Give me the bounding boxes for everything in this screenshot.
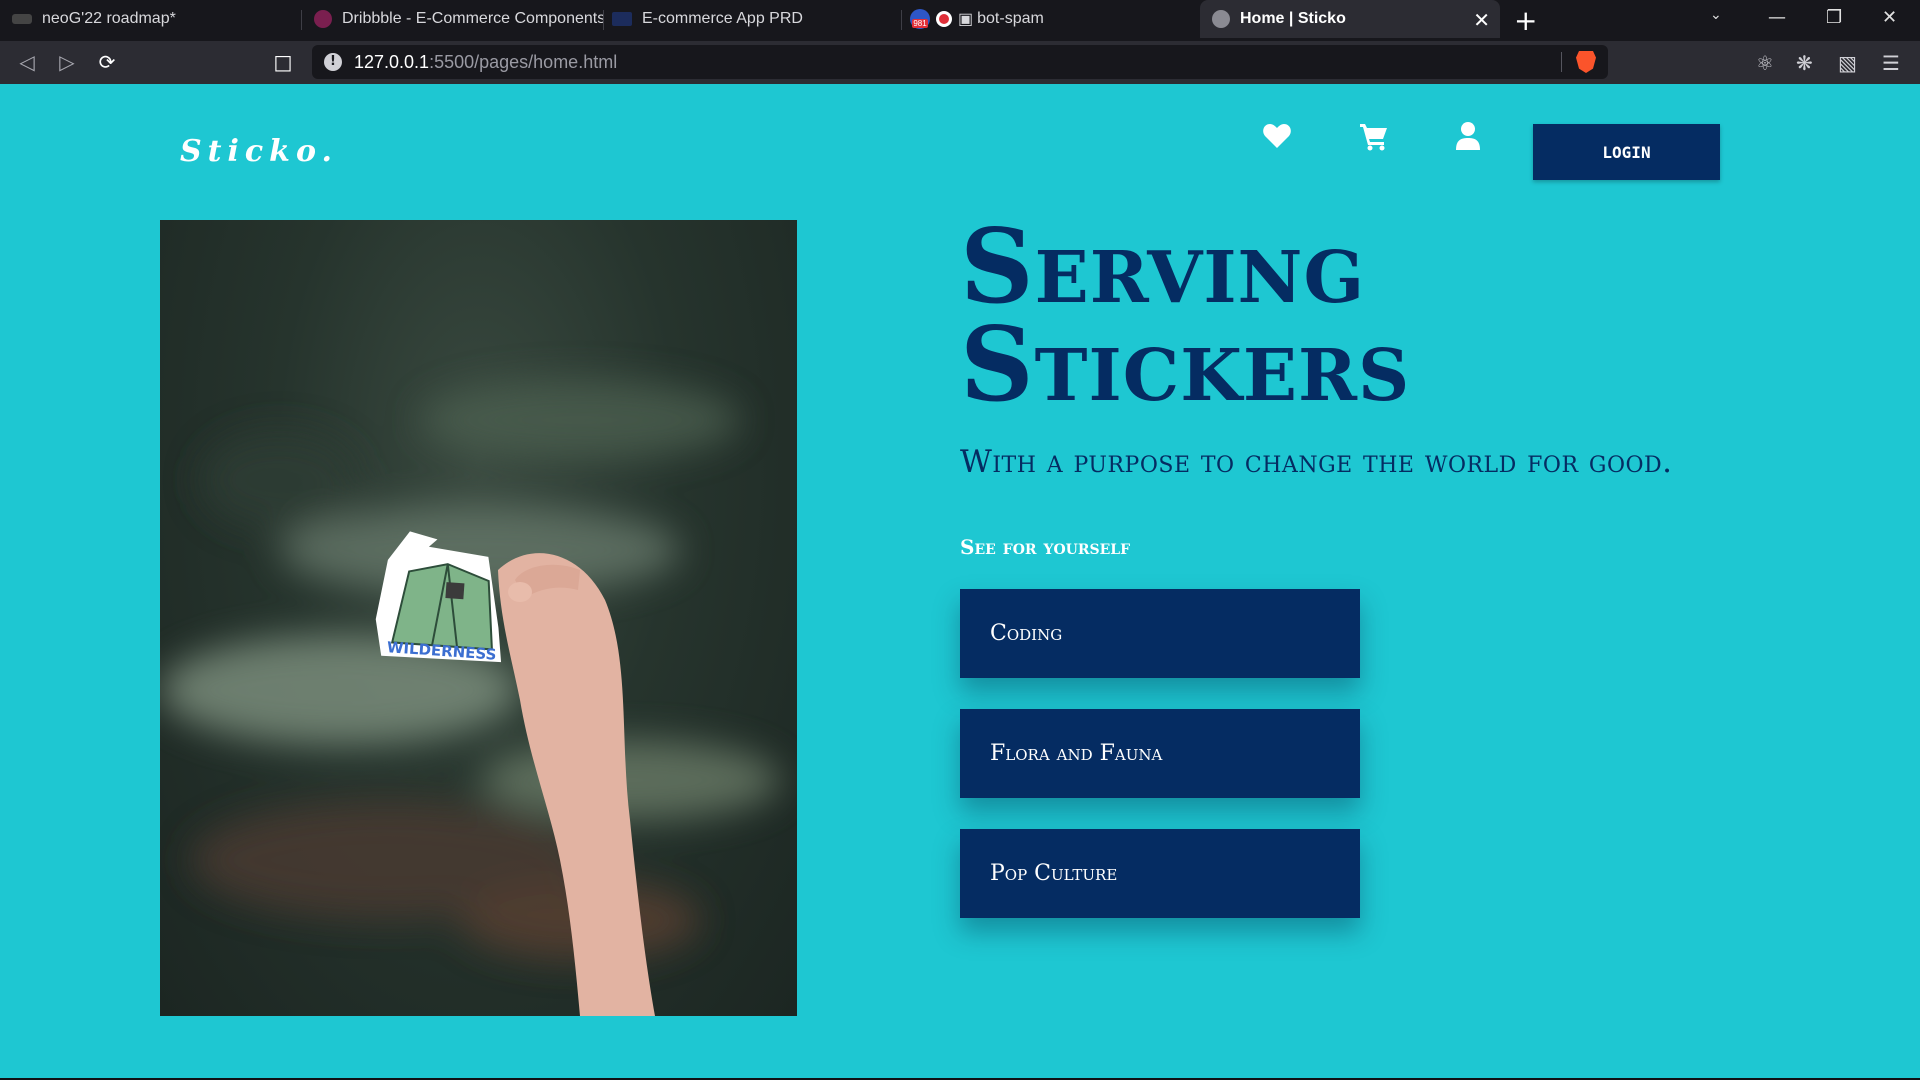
- hero-photo-illustration: WILDERNESS: [160, 380, 780, 1016]
- react-devtools-icon[interactable]: ⚛: [1756, 51, 1774, 75]
- neog-icon: [612, 12, 632, 26]
- tab-neog-roadmap[interactable]: neoG'22 roadmap*: [12, 0, 302, 38]
- discord-badge-icon: 981: [910, 9, 930, 29]
- tab-list-chevron-icon[interactable]: ⌄: [1710, 7, 1722, 23]
- address-divider: [1561, 52, 1562, 72]
- robot-icon: ▣: [958, 11, 974, 28]
- tab-title: bot-spam: [977, 10, 1044, 27]
- restore-button[interactable]: ❐: [1826, 7, 1842, 28]
- login-button[interactable]: LOGIN: [1533, 124, 1720, 180]
- site-info-icon[interactable]: !: [324, 53, 342, 71]
- menu-icon[interactable]: ☰: [1882, 51, 1900, 75]
- category-button-pop-culture[interactable]: Pop Culture: [960, 829, 1360, 918]
- globe-icon: [1212, 10, 1230, 28]
- hero-subtitle: With a purpose to change the world for g…: [960, 444, 1673, 480]
- tab-dribbble[interactable]: Dribbble - E-Commerce Components: [314, 0, 604, 38]
- browser-tab-bar: neoG'22 roadmap* Dribbble - E-Commerce C…: [0, 0, 1920, 41]
- tab-bot-spam[interactable]: 981 ▣ bot-spam: [910, 0, 1200, 38]
- tab-separator: [901, 10, 902, 30]
- hero-title-line-2: Stickers: [960, 305, 1411, 425]
- extensions-icon[interactable]: ❋: [1796, 51, 1813, 75]
- hero-title-line-1: Serving: [960, 207, 1366, 327]
- page-content: Sticko. LOGIN WILDERNESS Serving Sticker…: [0, 84, 1920, 1080]
- tab-home-sticko[interactable]: Home | Sticko ✕: [1200, 0, 1500, 38]
- tab-title: Dribbble - E-Commerce Components: [342, 10, 604, 27]
- see-for-yourself-label: See for yourself: [960, 535, 1131, 559]
- reload-button[interactable]: ⟳: [92, 47, 122, 77]
- back-button[interactable]: ◁: [12, 47, 42, 77]
- category-button-coding[interactable]: Coding: [960, 589, 1360, 678]
- recording-icon: [936, 11, 952, 27]
- wallet-icon[interactable]: ▧: [1838, 51, 1857, 75]
- close-window-button[interactable]: ✕: [1882, 7, 1897, 28]
- minimize-button[interactable]: —: [1768, 7, 1786, 28]
- user-icon[interactable]: [1452, 120, 1484, 152]
- close-tab-icon[interactable]: ✕: [1473, 8, 1490, 33]
- hero-title: Serving Stickers: [960, 207, 1411, 425]
- tab-separator: [301, 10, 302, 30]
- tab-separator: [603, 10, 604, 30]
- tab-favicon-icon: [12, 14, 32, 24]
- brand-logo[interactable]: Sticko.: [180, 134, 338, 169]
- cart-icon[interactable]: [1358, 120, 1390, 152]
- address-bar[interactable]: ! 127.0.0.1:5500/pages/home.html: [312, 45, 1608, 79]
- tab-title: E-commerce App PRD: [642, 10, 803, 27]
- url-text[interactable]: 127.0.0.1:5500/pages/home.html: [354, 52, 617, 73]
- tab-title: neoG'22 roadmap*: [42, 10, 176, 27]
- new-tab-button[interactable]: +: [1514, 4, 1537, 37]
- tab-title: Home | Sticko: [1240, 10, 1346, 27]
- forward-button[interactable]: ▷: [52, 47, 82, 77]
- hero-image: WILDERNESS: [160, 220, 797, 1016]
- tab-ecommerce-prd[interactable]: E-commerce App PRD: [612, 0, 902, 38]
- brave-shields-icon[interactable]: [1576, 51, 1596, 73]
- bookmark-icon[interactable]: □: [268, 47, 298, 77]
- dribbble-icon: [314, 10, 332, 28]
- heart-icon[interactable]: [1261, 120, 1293, 152]
- browser-nav-bar: ◁ ▷ ⟳ □ ! 127.0.0.1:5500/pages/home.html…: [0, 41, 1920, 84]
- category-button-flora-fauna[interactable]: Flora and Fauna: [960, 709, 1360, 798]
